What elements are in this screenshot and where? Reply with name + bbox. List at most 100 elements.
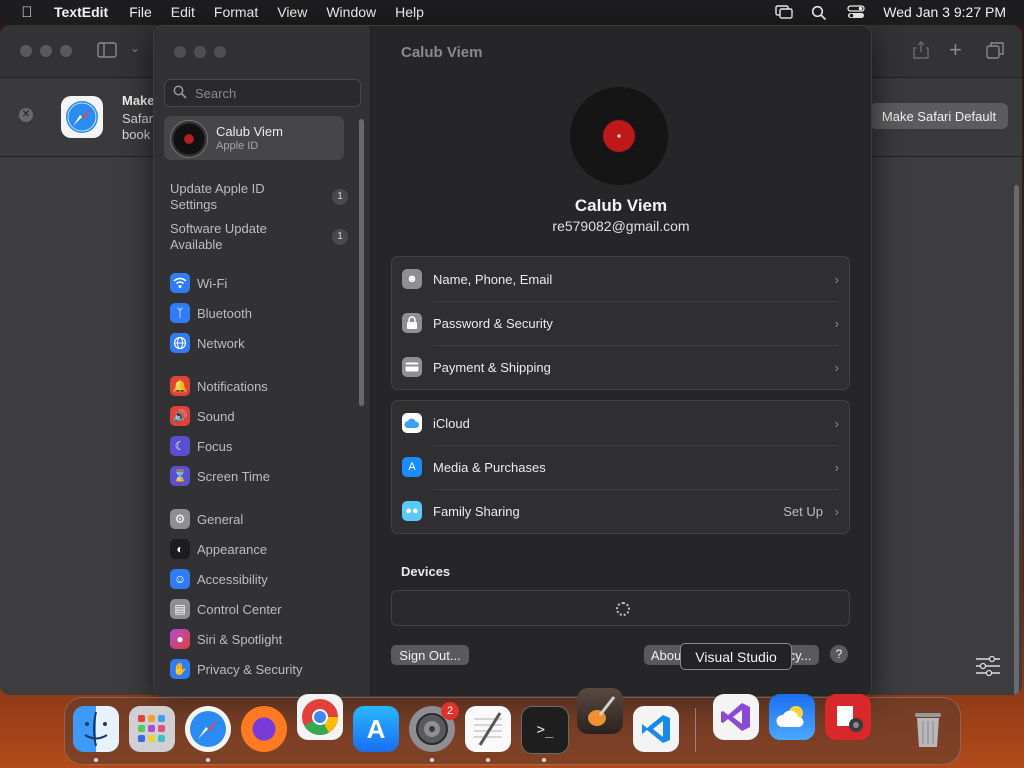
contact-card-icon: ☻ (402, 269, 422, 289)
spotlight-search-icon[interactable] (811, 5, 829, 21)
running-indicator (94, 758, 98, 762)
row-name-phone-email[interactable]: ☻ Name, Phone, Email › (392, 257, 849, 301)
visual-studio-icon[interactable] (713, 694, 759, 740)
close-window-icon[interactable] (174, 46, 186, 58)
profile-email: re579082@gmail.com (552, 218, 690, 234)
new-tab-icon[interactable]: + (949, 37, 962, 63)
notification-badge: 2 (441, 702, 459, 720)
sidebar-item-label: Accessibility (197, 571, 268, 587)
sidebar-item-appearance[interactable]: ◐ Appearance (170, 538, 360, 560)
sidebar-item-general[interactable]: ⚙ General (170, 508, 360, 530)
menu-format[interactable]: Format (214, 4, 258, 20)
sidebar-item-label: Network (197, 335, 245, 351)
chrome-icon[interactable] (297, 694, 343, 740)
chevron-right-icon: › (834, 503, 839, 519)
minimize-window-icon[interactable] (40, 45, 52, 57)
search-placeholder: Search (195, 85, 237, 101)
launchpad-icon[interactable] (129, 706, 175, 752)
app-store-icon[interactable]: A (353, 706, 399, 752)
menu-file[interactable]: File (129, 4, 152, 20)
sidebar-item-network[interactable]: Network (170, 332, 360, 354)
row-password-security[interactable]: Password & Security › (392, 301, 849, 345)
screen-mirroring-icon[interactable] (775, 5, 793, 19)
sidebar-item-screen-time[interactable]: ⌛ Screen Time (170, 465, 360, 487)
dock-tooltip: Visual Studio (680, 643, 792, 670)
make-safari-default-button[interactable]: Make Safari Default (870, 103, 1008, 129)
tab-overview-icon[interactable] (986, 41, 1004, 64)
sidebar-item-sound[interactable]: 🔊 Sound (170, 405, 360, 427)
sidebar-toggle-icon[interactable] (97, 42, 117, 63)
lock-icon (402, 313, 422, 333)
close-banner-icon[interactable]: ✕ (19, 108, 33, 122)
menu-view[interactable]: View (277, 4, 307, 20)
running-indicator (486, 758, 490, 762)
row-media-purchases[interactable]: A Media & Purchases › (392, 445, 849, 489)
sidebar-item-wifi[interactable]: Wi-Fi (170, 272, 360, 294)
dock-separator (695, 708, 696, 752)
sidebar-item-label: Notifications (197, 378, 268, 394)
sidebar-item-notifications[interactable]: 🔔 Notifications (170, 375, 360, 397)
close-window-icon[interactable] (20, 45, 32, 57)
banner-text-line3: book (122, 127, 151, 142)
control-center-icon[interactable] (847, 5, 865, 19)
account-name: Calub Viem (216, 124, 283, 139)
finder-icon[interactable] (73, 706, 119, 752)
wifi-icon (170, 273, 190, 293)
chevron-right-icon: › (834, 459, 839, 475)
textedit-icon[interactable] (465, 706, 511, 752)
hand-icon: ✋ (170, 659, 190, 679)
profile-avatar[interactable] (570, 87, 668, 185)
help-button[interactable]: ? (830, 645, 848, 663)
menu-window[interactable]: Window (326, 4, 376, 20)
zoom-window-icon[interactable] (60, 45, 72, 57)
credit-card-icon (402, 357, 422, 377)
photo-booth-icon[interactable] (825, 694, 871, 740)
share-icon[interactable] (913, 41, 929, 64)
clock[interactable]: Wed Jan 3 9:27 PM (883, 4, 1006, 20)
row-icloud[interactable]: iCloud › (392, 401, 849, 445)
safari-icon[interactable] (185, 706, 231, 752)
sidebar-item-bluetooth[interactable]: ᛉ Bluetooth (170, 302, 360, 324)
control-center-icon: ▤ (170, 599, 190, 619)
siri-icon: ● (170, 629, 190, 649)
sidebar-item-label: Siri & Spotlight (197, 631, 283, 647)
search-field[interactable]: Search (164, 79, 361, 107)
chevron-right-icon: › (834, 315, 839, 331)
running-indicator (206, 758, 210, 762)
zoom-window-icon[interactable] (214, 46, 226, 58)
safari-scrollbar[interactable] (1014, 185, 1019, 695)
row-payment-shipping[interactable]: Payment & Shipping › (392, 345, 849, 389)
sidebar-item-update-apple-id[interactable]: Update Apple ID Settings 1 (170, 181, 360, 213)
gear-icon: ⚙ (170, 509, 190, 529)
minimize-window-icon[interactable] (194, 46, 206, 58)
row-label: Name, Phone, Email (433, 271, 553, 287)
sidebar-item-privacy-security[interactable]: ✋ Privacy & Security (170, 658, 360, 680)
sidebar-item-control-center[interactable]: ▤ Control Center (170, 598, 360, 620)
family-icon: ●● (402, 501, 422, 521)
firefox-icon[interactable] (241, 706, 287, 752)
sidebar-item-apple-id[interactable]: Calub Viem Apple ID (164, 116, 344, 160)
dock: A 2 >_ (64, 688, 961, 765)
garageband-icon[interactable] (577, 688, 623, 734)
sidebar-item-accessibility[interactable]: ☺ Accessibility (170, 568, 360, 590)
menu-help[interactable]: Help (395, 4, 424, 20)
weather-icon[interactable] (769, 694, 815, 740)
count-badge: 1 (332, 229, 348, 245)
sidebar-item-siri-spotlight[interactable]: ● Siri & Spotlight (170, 628, 360, 650)
count-badge: 1 (332, 189, 348, 205)
chevron-down-icon[interactable]: ⌄ (130, 41, 140, 55)
apple-menu-icon[interactable]:  (0, 4, 54, 21)
trash-icon[interactable] (905, 706, 951, 752)
terminal-icon[interactable]: >_ (521, 706, 569, 754)
sidebar-item-focus[interactable]: ☾ Focus (170, 435, 360, 457)
sign-out-button[interactable]: Sign Out... (391, 645, 469, 665)
row-family-sharing[interactable]: ●● Family Sharing Set Up › (392, 489, 849, 533)
vscode-icon[interactable] (633, 706, 679, 752)
sidebar-item-software-update[interactable]: Software Update Available 1 (170, 221, 360, 253)
sidebar-scrollbar[interactable] (359, 119, 364, 406)
sliders-icon[interactable] (974, 655, 1002, 677)
window-title: Calub Viem (401, 44, 483, 61)
sidebar-item-label: Privacy & Security (197, 661, 303, 677)
app-menu[interactable]: TextEdit (54, 4, 108, 20)
menu-edit[interactable]: Edit (171, 4, 195, 20)
